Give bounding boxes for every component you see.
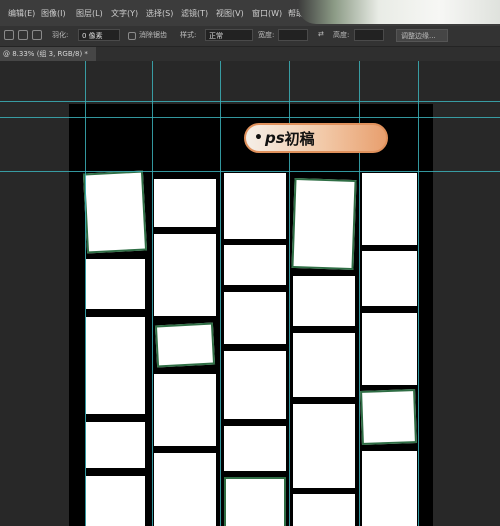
- photo-frame[interactable]: [86, 476, 145, 526]
- photo-frame[interactable]: [362, 313, 417, 385]
- photo-frame[interactable]: [293, 276, 355, 326]
- refine-edge-button[interactable]: 调整边缘...: [396, 29, 448, 42]
- options-bar: 羽化: 0 像素 消除锯齿 样式: 正常 宽度: ⇄ 高度: 调整边缘...: [0, 26, 500, 47]
- feather-input[interactable]: 0 像素: [78, 29, 120, 41]
- guide-horizontal[interactable]: [0, 171, 500, 172]
- antialias-checkbox[interactable]: [128, 32, 136, 40]
- photo-frame[interactable]: [86, 422, 145, 468]
- style-select[interactable]: 正常: [205, 29, 253, 41]
- menu-view[interactable]: 视图(V): [216, 8, 244, 19]
- canvas-area[interactable]: • ps 初稿: [0, 61, 500, 526]
- width-input[interactable]: [278, 29, 308, 41]
- photo-frame[interactable]: [362, 251, 417, 306]
- menu-edit[interactable]: 编辑(E): [8, 8, 35, 19]
- menu-bar: 编辑(E) 图像(I) 图层(L) 文字(Y) 选择(S) 滤镜(T) 视图(V…: [0, 0, 500, 27]
- menu-layer[interactable]: 图层(L): [76, 8, 103, 19]
- height-label: 高度:: [333, 31, 350, 39]
- guide-horizontal[interactable]: [0, 117, 500, 118]
- antialias-label: 消除锯齿: [139, 31, 167, 39]
- style-label: 样式:: [180, 31, 197, 39]
- photo-frame-selected[interactable]: [154, 322, 216, 368]
- photo-frame[interactable]: [154, 374, 216, 446]
- menu-window[interactable]: 窗口(W): [252, 8, 282, 19]
- height-input[interactable]: [354, 29, 384, 41]
- photo-frame[interactable]: [362, 451, 417, 526]
- marquee-subtract-selection-icon[interactable]: [32, 30, 42, 40]
- photo-frame[interactable]: [293, 404, 355, 488]
- photo-frame[interactable]: [293, 494, 355, 526]
- badge-bullet: •: [254, 130, 263, 146]
- photo-frame[interactable]: [154, 234, 216, 316]
- menu-select[interactable]: 选择(S): [146, 8, 173, 19]
- feather-label: 羽化:: [52, 31, 69, 39]
- guide-vertical[interactable]: [85, 61, 86, 526]
- width-label: 宽度:: [258, 31, 275, 39]
- swap-icon[interactable]: ⇄: [318, 30, 324, 38]
- marquee-add-selection-icon[interactable]: [18, 30, 28, 40]
- photo-frame[interactable]: [293, 333, 355, 397]
- menu-filter[interactable]: 滤镜(T): [181, 8, 208, 19]
- decorative-splash: [298, 0, 500, 24]
- menu-image[interactable]: 图像(I): [41, 8, 66, 19]
- photo-frame-selected[interactable]: [82, 170, 148, 254]
- guide-vertical[interactable]: [220, 61, 221, 526]
- photo-frame[interactable]: [224, 173, 286, 239]
- photo-frame[interactable]: [154, 179, 216, 227]
- photo-frame[interactable]: [362, 173, 417, 245]
- marquee-new-selection-icon[interactable]: [4, 30, 14, 40]
- photo-frame[interactable]: [86, 317, 145, 414]
- photo-frame-selected[interactable]: [291, 177, 357, 271]
- document-tab-bar: @ 8.33% (组 3, RGB/8) *: [0, 47, 500, 61]
- photo-frame[interactable]: [224, 292, 286, 344]
- photo-frame-selected[interactable]: [360, 389, 417, 445]
- badge-title: 初稿: [284, 129, 315, 148]
- guide-horizontal[interactable]: [0, 101, 500, 102]
- guide-vertical[interactable]: [418, 61, 419, 526]
- document-tab[interactable]: @ 8.33% (组 3, RGB/8) *: [0, 47, 96, 61]
- photo-frame[interactable]: [86, 259, 145, 309]
- photo-frame-selected[interactable]: [224, 477, 286, 526]
- menu-type[interactable]: 文字(Y): [111, 8, 138, 19]
- guide-vertical[interactable]: [152, 61, 153, 526]
- photo-frame[interactable]: [224, 245, 286, 285]
- photo-frame[interactable]: [224, 351, 286, 419]
- badge-ps-text: ps: [264, 129, 285, 147]
- title-badge: • ps 初稿: [244, 123, 388, 153]
- photo-frame[interactable]: [154, 453, 216, 526]
- photo-frame[interactable]: [224, 426, 286, 471]
